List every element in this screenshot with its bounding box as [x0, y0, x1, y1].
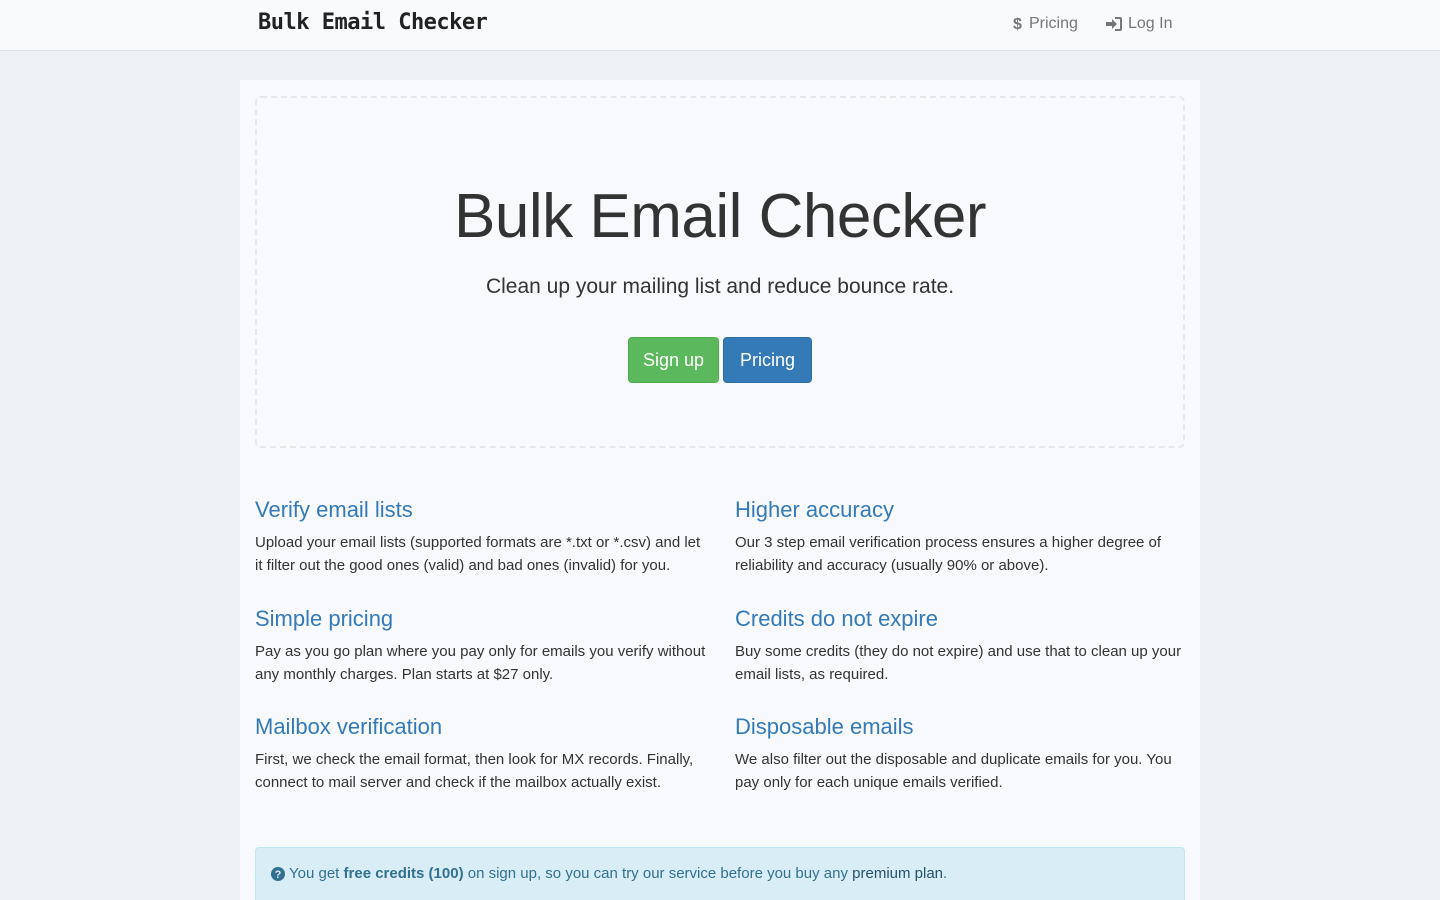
feature-title: Verify email lists	[255, 497, 413, 522]
feature-text: First, we check the email format, then l…	[255, 751, 694, 791]
feature-higher-accuracy: Higher accuracy Our 3 step email verific…	[735, 497, 1190, 577]
alert-middle: on sign up, so you can try our service b…	[467, 865, 848, 882]
alert-prefix: You get	[289, 865, 340, 882]
hero-title: Bulk Email Checker	[454, 182, 986, 251]
brand-logo[interactable]: Bulk Email Checker	[258, 10, 488, 35]
nav-login-link[interactable]: Log In	[1106, 15, 1172, 33]
hero-jumbotron: Bulk Email Checker Clean up your mailing…	[255, 96, 1185, 448]
feature-title: Credits do not expire	[735, 606, 938, 631]
alert-free-credits: free credits (100)	[343, 865, 464, 882]
feature-title: Disposable emails	[735, 714, 914, 739]
alert-suffix: .	[943, 865, 948, 882]
free-credits-alert: ? You get free credits (100) on sign up,…	[255, 847, 1185, 900]
sign-in-icon	[1106, 17, 1122, 31]
nav-login-label: Log In	[1128, 15, 1173, 32]
svg-text:$: $	[1013, 16, 1022, 32]
feature-text: Pay as you go plan where you pay only fo…	[255, 643, 706, 683]
feature-mailbox-verification: Mailbox verification First, we check the…	[255, 714, 710, 794]
feature-text: Upload your email lists (supported forma…	[255, 534, 701, 574]
feature-verify-email-lists: Verify email lists Upload your email lis…	[255, 497, 710, 577]
nav-pricing-link[interactable]: $ Pricing	[1013, 15, 1078, 33]
feature-credits-do-not-expire: Credits do not expire Buy some credits (…	[735, 606, 1190, 686]
feature-title: Higher accuracy	[735, 497, 894, 522]
feature-title: Simple pricing	[255, 606, 394, 631]
feature-text: We also filter out the disposable and du…	[735, 751, 1172, 791]
premium-plan-link[interactable]: premium plan	[852, 865, 943, 882]
feature-title: Mailbox verification	[255, 714, 443, 739]
hero-subtitle: Clean up your mailing list and reduce bo…	[485, 275, 955, 298]
pricing-button[interactable]: Pricing	[723, 337, 812, 383]
signup-button[interactable]: Sign up	[628, 337, 719, 383]
svg-text:?: ?	[275, 869, 282, 881]
dollar-icon: $	[1013, 16, 1022, 32]
feature-disposable-emails: Disposable emails We also filter out the…	[735, 714, 1190, 794]
navbar: Bulk Email Checker $ Pricing Log In	[0, 0, 1440, 51]
main-container: Bulk Email Checker Clean up your mailing…	[240, 80, 1200, 900]
nav-pricing-label: Pricing	[1029, 15, 1078, 32]
feature-text: Buy some credits (they do not expire) an…	[735, 643, 1182, 683]
alert-message: You get free credits (100) on sign up, s…	[289, 865, 947, 882]
feature-text: Our 3 step email verification process en…	[735, 534, 1162, 574]
question-circle-icon: ?	[271, 867, 285, 881]
feature-simple-pricing: Simple pricing Pay as you go plan where …	[255, 606, 710, 686]
